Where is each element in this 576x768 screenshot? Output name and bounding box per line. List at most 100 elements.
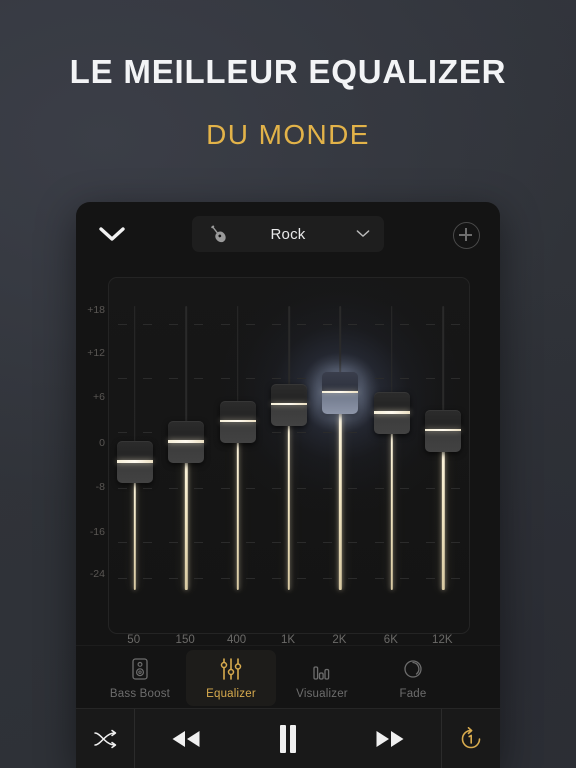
scale-tick <box>297 324 306 326</box>
promo-headline: LE MEILLEUR EQUALIZER <box>69 53 507 90</box>
scale-tick <box>426 542 436 544</box>
tab-label: Bass Boost <box>109 687 171 700</box>
eq-slider-50[interactable] <box>115 278 155 633</box>
slider-thumb[interactable] <box>322 371 359 414</box>
chevron-down-icon <box>99 227 125 241</box>
transport-bar <box>76 708 500 768</box>
previous-button[interactable] <box>135 709 237 768</box>
scale-tick <box>323 324 333 326</box>
slider-thumb[interactable] <box>168 421 205 464</box>
scale-tick <box>194 324 204 326</box>
eq-slider-12K[interactable] <box>423 278 463 633</box>
slider-thumb[interactable] <box>116 441 153 484</box>
collapse-button[interactable] <box>96 220 128 248</box>
scale-tick <box>323 578 333 580</box>
slider-thumb-band <box>219 419 256 423</box>
db-label: +6 <box>93 391 105 403</box>
slider-track-active <box>390 413 394 590</box>
scale-tick <box>426 324 436 326</box>
scale-tick <box>117 542 127 544</box>
eq-slider-6K[interactable] <box>372 278 412 633</box>
scale-tick <box>117 432 127 434</box>
scale-tick <box>323 432 333 434</box>
eq-slider-2K[interactable] <box>320 278 360 633</box>
scale-tick <box>426 578 436 580</box>
tab-fade[interactable]: Fade <box>368 650 458 706</box>
scale-tick <box>220 324 230 326</box>
scale-tick <box>117 488 127 490</box>
slider-thumb[interactable] <box>271 383 307 426</box>
tab-visualizer[interactable]: Visualizer <box>277 650 367 706</box>
slider-track-active <box>442 430 445 590</box>
slider-thumb-band <box>425 428 462 431</box>
speaker-icon <box>132 657 148 680</box>
scale-tick <box>426 378 436 380</box>
tab-icon <box>130 657 150 681</box>
tab-label: Visualizer <box>296 687 348 700</box>
promo-subheadline: DU MONDE <box>206 119 370 150</box>
scale-tick <box>451 578 461 580</box>
scale-tick <box>272 378 281 380</box>
scale-tick <box>220 378 230 380</box>
db-axis: +18 +12 +6 0 -8 -16 -24 <box>76 277 108 632</box>
scale-tick <box>451 378 461 380</box>
scale-tick <box>348 432 358 434</box>
db-label: 0 <box>99 437 105 449</box>
scale-tick <box>142 578 152 580</box>
scale-tick <box>142 324 152 326</box>
slider-track-active <box>287 404 291 590</box>
scale-tick <box>374 578 384 580</box>
scale-tick <box>399 578 409 580</box>
chevron-down-icon <box>356 230 370 237</box>
shuffle-button[interactable] <box>76 709 134 768</box>
add-preset-button[interactable] <box>453 222 480 249</box>
scale-tick <box>169 578 179 580</box>
tab-icon <box>219 657 243 681</box>
eq-slider-150[interactable] <box>166 278 206 633</box>
scale-tick <box>142 378 152 380</box>
preset-selector[interactable]: Rock <box>192 216 384 252</box>
tab-bar: Bass Boost Equalizer Visualizer Fade <box>76 645 500 709</box>
scale-tick <box>297 378 306 380</box>
tab-label: Fade <box>399 687 427 700</box>
play-pause-button[interactable] <box>237 709 339 768</box>
scale-tick <box>399 542 409 544</box>
fast-forward-icon <box>376 731 404 747</box>
scale-tick <box>117 324 127 326</box>
scale-tick <box>374 324 384 326</box>
sliders-icon <box>220 657 242 680</box>
scale-tick <box>451 488 461 490</box>
scale-tick <box>142 542 152 544</box>
scale-tick <box>374 378 384 380</box>
scale-tick <box>374 488 384 490</box>
eq-slider-1K[interactable] <box>269 278 309 633</box>
slider-thumb[interactable] <box>373 392 410 435</box>
scale-tick <box>194 542 204 544</box>
scale-tick <box>220 578 230 580</box>
scale-tick <box>245 378 255 380</box>
scale-tick <box>399 324 409 326</box>
guitar-icon <box>211 225 226 243</box>
db-label: -8 <box>95 481 105 493</box>
db-label: -16 <box>89 526 105 538</box>
eq-slider-400[interactable] <box>218 278 258 633</box>
scale-tick <box>142 432 152 434</box>
db-label: +12 <box>87 347 105 359</box>
slider-thumb[interactable] <box>425 409 462 452</box>
app-header: Rock <box>76 202 500 266</box>
slider-thumb[interactable] <box>219 400 256 443</box>
pause-icon <box>280 725 296 753</box>
repeat-one-icon <box>461 727 481 749</box>
repeat-one-button[interactable] <box>442 709 500 768</box>
scale-tick <box>272 542 281 544</box>
db-label: -24 <box>89 568 105 580</box>
scale-tick <box>169 488 179 490</box>
tab-equalizer[interactable]: Equalizer <box>186 650 276 706</box>
scale-tick <box>272 578 281 580</box>
scale-tick <box>142 488 152 490</box>
next-button[interactable] <box>339 709 441 768</box>
scale-tick <box>220 488 230 490</box>
scale-tick <box>348 324 358 326</box>
scale-tick <box>245 578 255 580</box>
tab-bass-boost[interactable]: Bass Boost <box>95 650 185 706</box>
